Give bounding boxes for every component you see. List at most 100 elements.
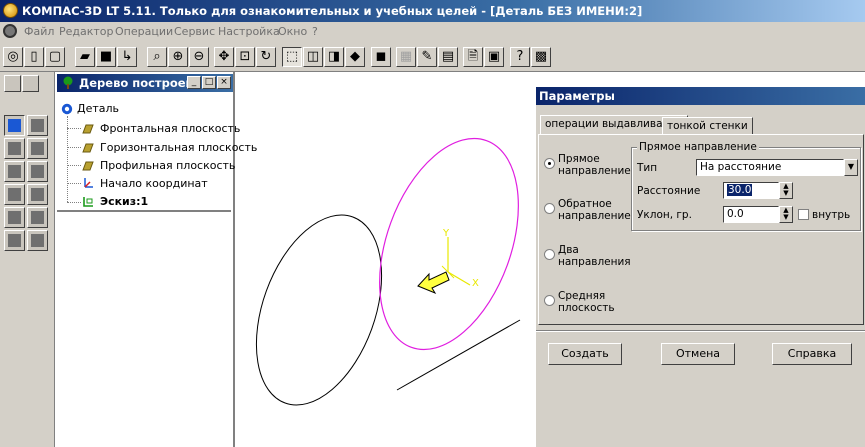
properties-icon[interactable]: ▦ — [396, 47, 416, 67]
draft-input[interactable]: 0.0 — [723, 206, 779, 223]
build-tree-panel: Дерево построения _ □ × Деталь Фронтальн… — [55, 72, 257, 447]
cut-extrude-icon[interactable] — [4, 184, 25, 205]
tree-item[interactable]: Начало координат — [100, 177, 208, 190]
minimize-icon[interactable]: _ — [187, 76, 201, 89]
loft-icon[interactable] — [4, 138, 25, 159]
extrude-icon[interactable] — [4, 115, 25, 136]
sketch-icon[interactable]: ↳ — [117, 47, 137, 67]
tree-item-sketch[interactable]: Эскиз:1 — [100, 195, 148, 208]
shaded-edges-icon[interactable]: ◼ — [371, 47, 391, 67]
zoom-out-icon[interactable]: ⊖ — [189, 47, 209, 67]
tree-branch — [67, 147, 81, 148]
menu-bar: Файл Редактор Операции Сервис Настройка … — [0, 22, 865, 41]
hidden-lines-icon[interactable]: ◫ — [303, 47, 323, 67]
direction-middle-radio[interactable] — [544, 295, 555, 306]
distance-spinner[interactable]: ▲ ▼ — [779, 182, 793, 199]
cut-revolve-icon[interactable] — [27, 184, 48, 205]
direction-forward-label: Прямое направление — [558, 153, 631, 177]
open-folder-icon[interactable]: ▰ — [75, 47, 95, 67]
print-preview-icon[interactable]: 🗎 — [463, 47, 483, 67]
plane-icon — [82, 124, 94, 134]
tree-item[interactable]: Профильная плоскость — [100, 159, 235, 172]
draft-label: Уклон, гр. — [637, 209, 692, 221]
origin-icon — [84, 178, 93, 188]
create-button[interactable]: Создать — [548, 343, 622, 365]
tree-root[interactable]: Деталь — [77, 102, 119, 115]
chamfer-icon[interactable] — [27, 161, 48, 182]
view-switch-icon[interactable] — [4, 75, 21, 92]
menu-operations[interactable]: Операции — [115, 25, 173, 38]
tree-icon — [63, 76, 73, 89]
direction-reverse-label: Обратное направление — [558, 198, 631, 222]
type-select[interactable]: На расстояние — [696, 159, 844, 176]
extrusion-edge-line — [396, 319, 521, 391]
rotate-icon[interactable]: ↻ — [256, 47, 276, 67]
maximize-icon[interactable]: □ — [202, 76, 216, 89]
cancel-button[interactable]: Отмена — [661, 343, 735, 365]
zoom-in-icon[interactable]: ⊕ — [168, 47, 188, 67]
distance-value: 30.0 — [727, 184, 753, 196]
inside-label: внутрь — [812, 209, 851, 221]
menu-edit[interactable]: Редактор — [59, 25, 114, 38]
document-menu-icon[interactable] — [3, 24, 17, 38]
sketch-icon — [83, 197, 93, 207]
close-icon[interactable]: × — [217, 76, 231, 89]
menu-file[interactable]: Файл — [24, 25, 54, 38]
group-title: Прямое направление — [637, 141, 759, 153]
sweep-icon[interactable] — [27, 138, 48, 159]
direction-both-radio[interactable] — [544, 249, 555, 260]
direction-reverse-radio[interactable] — [544, 203, 555, 214]
tree-branch — [67, 165, 81, 166]
pan-icon[interactable]: ✥ — [214, 47, 234, 67]
wireframe-icon[interactable]: ⬚ — [282, 47, 302, 67]
sketch-panel-icon[interactable] — [22, 75, 39, 92]
zoom-window-icon[interactable]: ⌕ — [147, 47, 167, 67]
shell-icon[interactable] — [4, 207, 25, 228]
save-icon[interactable]: ■ — [96, 47, 116, 67]
kompas-logo-icon — [3, 3, 18, 18]
tools-panel — [0, 72, 55, 447]
menu-window[interactable]: Окно — [278, 25, 307, 38]
tab-thin-wall[interactable]: тонкой стенки — [662, 117, 753, 135]
hidden-thin-lines-icon[interactable]: ◨ — [324, 47, 344, 67]
tree-item[interactable]: Горизонтальная плоскость — [100, 141, 257, 154]
direction-middle-label: Средняя плоскость — [558, 290, 615, 314]
tree-item[interactable]: Фронтальная плоскость — [100, 122, 240, 135]
type-dropdown-arrow-icon[interactable]: ▼ — [844, 159, 858, 176]
hole-icon[interactable] — [4, 230, 25, 251]
extrusion-direction-arrow-icon — [417, 271, 450, 295]
model-icon[interactable]: ◎ — [3, 47, 23, 67]
new-file-icon[interactable]: ▢ — [45, 47, 65, 67]
axis-x-line — [447, 271, 471, 286]
help-button[interactable]: Справка — [772, 343, 852, 365]
draft-spinner[interactable]: ▲ ▼ — [779, 206, 793, 223]
extrusion-preview-ellipse — [379, 137, 519, 351]
parameters-dialog: Параметры операции выдавливания тонкой с… — [535, 86, 865, 447]
plane-icon — [82, 143, 94, 153]
inside-checkbox[interactable] — [798, 209, 809, 220]
dialog-separator — [536, 330, 865, 332]
dialog-title: Параметры — [539, 89, 615, 103]
zoom-fit-icon[interactable]: ⊡ — [235, 47, 255, 67]
book-icon[interactable]: ▩ — [531, 47, 551, 67]
direction-forward-radio[interactable] — [544, 158, 555, 169]
plane-icon — [82, 161, 94, 171]
distance-input[interactable]: 30.0 — [723, 182, 779, 199]
shaded-icon[interactable]: ◆ — [345, 47, 365, 67]
new-document-icon[interactable]: ▯ — [24, 47, 44, 67]
menu-settings[interactable]: Настройка — [218, 25, 280, 38]
measure-icon[interactable]: ✎ — [417, 47, 437, 67]
revolve-icon[interactable] — [27, 115, 48, 136]
rib-icon[interactable] — [27, 207, 48, 228]
array-icon[interactable] — [27, 230, 48, 251]
fillet-icon[interactable] — [4, 161, 25, 182]
type-label: Тип — [637, 162, 658, 174]
tree-caption: Дерево построения _ □ × — [57, 74, 233, 92]
tree-branch — [67, 202, 81, 203]
menu-help[interactable]: ? — [312, 25, 318, 38]
library-icon[interactable]: ▣ — [484, 47, 504, 67]
menu-service[interactable]: Сервис — [174, 25, 215, 38]
help-pointer-icon[interactable]: ? — [510, 47, 530, 67]
title-bar: КОМПАС-3D LT 5.11. Только для ознакомите… — [0, 0, 865, 22]
mass-properties-icon[interactable]: ▤ — [438, 47, 458, 67]
